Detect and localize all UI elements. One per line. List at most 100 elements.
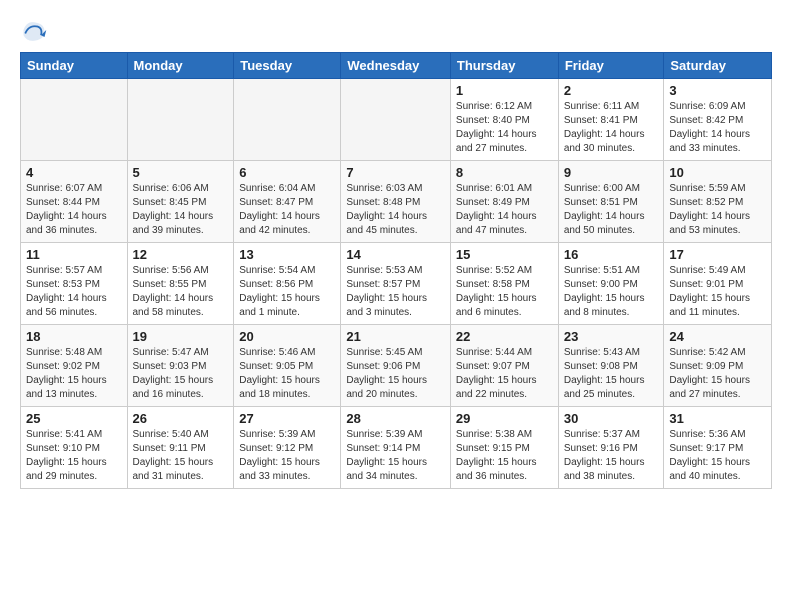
day-number: 5 (133, 165, 229, 180)
day-number: 27 (239, 411, 335, 426)
week-row-1: 1 Sunrise: 6:12 AM Sunset: 8:40 PM Daylig… (21, 79, 772, 161)
day-cell: 6 Sunrise: 6:04 AM Sunset: 8:47 PM Daylig… (234, 161, 341, 243)
day-number: 8 (456, 165, 553, 180)
day-number: 18 (26, 329, 122, 344)
calendar-page: SundayMondayTuesdayWednesdayThursdayFrid… (0, 0, 792, 612)
day-number: 22 (456, 329, 553, 344)
day-cell: 18 Sunrise: 5:48 AM Sunset: 9:02 PM Dayli… (21, 325, 128, 407)
weekday-header-tuesday: Tuesday (234, 53, 341, 79)
day-cell: 8 Sunrise: 6:01 AM Sunset: 8:49 PM Daylig… (450, 161, 558, 243)
day-info: Sunrise: 6:06 AM Sunset: 8:45 PM Dayligh… (133, 182, 229, 238)
weekday-header-thursday: Thursday (450, 53, 558, 79)
day-cell (341, 79, 451, 161)
day-cell: 31Sunrise: 5:36 AM Sunset: 9:17 PM Dayli… (664, 407, 772, 489)
day-cell: 21 Sunrise: 5:45 AM Sunset: 9:06 PM Dayli… (341, 325, 451, 407)
day-info: Sunrise: 5:49 AM Sunset: 9:01 PM Dayligh… (669, 264, 766, 320)
day-info: Sunrise: 5:57 AM Sunset: 8:53 PM Dayligh… (26, 264, 122, 320)
day-info: Sunrise: 5:45 AM Sunset: 9:06 PM Dayligh… (346, 346, 445, 402)
day-info: Sunrise: 5:51 AM Sunset: 9:00 PM Dayligh… (564, 264, 659, 320)
day-number: 26 (133, 411, 229, 426)
day-number: 6 (239, 165, 335, 180)
day-number: 1 (456, 83, 553, 98)
day-info: Sunrise: 6:01 AM Sunset: 8:49 PM Dayligh… (456, 182, 553, 238)
day-number: 13 (239, 247, 335, 262)
day-cell (127, 79, 234, 161)
day-info: Sunrise: 5:43 AM Sunset: 9:08 PM Dayligh… (564, 346, 659, 402)
weekday-header-wednesday: Wednesday (341, 53, 451, 79)
day-info: Sunrise: 5:54 AM Sunset: 8:56 PM Dayligh… (239, 264, 335, 320)
day-info: Sunrise: 5:41 AM Sunset: 9:10 PM Dayligh… (26, 428, 122, 484)
day-number: 30 (564, 411, 659, 426)
day-info: Sunrise: 5:59 AM Sunset: 8:52 PM Dayligh… (669, 182, 766, 238)
logo (20, 16, 50, 44)
day-cell: 3 Sunrise: 6:09 AM Sunset: 8:42 PM Daylig… (664, 79, 772, 161)
day-info: Sunrise: 6:11 AM Sunset: 8:41 PM Dayligh… (564, 100, 659, 156)
day-cell: 10 Sunrise: 5:59 AM Sunset: 8:52 PM Dayli… (664, 161, 772, 243)
day-info: Sunrise: 5:48 AM Sunset: 9:02 PM Dayligh… (26, 346, 122, 402)
day-number: 21 (346, 329, 445, 344)
day-cell: 15 Sunrise: 5:52 AM Sunset: 8:58 PM Dayli… (450, 243, 558, 325)
day-number: 24 (669, 329, 766, 344)
day-info: Sunrise: 6:09 AM Sunset: 8:42 PM Dayligh… (669, 100, 766, 156)
weekday-header-saturday: Saturday (664, 53, 772, 79)
weekday-header-friday: Friday (558, 53, 664, 79)
day-info: Sunrise: 5:44 AM Sunset: 9:07 PM Dayligh… (456, 346, 553, 402)
day-number: 9 (564, 165, 659, 180)
day-info: Sunrise: 5:39 AM Sunset: 9:12 PM Dayligh… (239, 428, 335, 484)
day-cell: 5 Sunrise: 6:06 AM Sunset: 8:45 PM Daylig… (127, 161, 234, 243)
day-cell: 4 Sunrise: 6:07 AM Sunset: 8:44 PM Daylig… (21, 161, 128, 243)
day-cell: 19 Sunrise: 5:47 AM Sunset: 9:03 PM Dayli… (127, 325, 234, 407)
day-cell: 20Sunrise: 5:46 AM Sunset: 9:05 PM Dayli… (234, 325, 341, 407)
day-info: Sunrise: 5:46 AM Sunset: 9:05 PM Dayligh… (239, 346, 335, 402)
day-cell: 2Sunrise: 6:11 AM Sunset: 8:41 PM Daylig… (558, 79, 664, 161)
day-info: Sunrise: 5:52 AM Sunset: 8:58 PM Dayligh… (456, 264, 553, 320)
day-info: Sunrise: 6:12 AM Sunset: 8:40 PM Dayligh… (456, 100, 553, 156)
week-row-4: 18 Sunrise: 5:48 AM Sunset: 9:02 PM Dayli… (21, 325, 772, 407)
day-number: 25 (26, 411, 122, 426)
day-info: Sunrise: 5:47 AM Sunset: 9:03 PM Dayligh… (133, 346, 229, 402)
day-info: Sunrise: 5:40 AM Sunset: 9:11 PM Dayligh… (133, 428, 229, 484)
day-number: 10 (669, 165, 766, 180)
day-cell: 7Sunrise: 6:03 AM Sunset: 8:48 PM Daylig… (341, 161, 451, 243)
day-cell: 23 Sunrise: 5:43 AM Sunset: 9:08 PM Dayli… (558, 325, 664, 407)
day-number: 17 (669, 247, 766, 262)
day-cell: 29 Sunrise: 5:38 AM Sunset: 9:15 PM Dayli… (450, 407, 558, 489)
week-row-5: 25 Sunrise: 5:41 AM Sunset: 9:10 PM Dayli… (21, 407, 772, 489)
day-number: 31 (669, 411, 766, 426)
day-cell: 11 Sunrise: 5:57 AM Sunset: 8:53 PM Dayli… (21, 243, 128, 325)
day-info: Sunrise: 5:53 AM Sunset: 8:57 PM Dayligh… (346, 264, 445, 320)
day-cell: 30 Sunrise: 5:37 AM Sunset: 9:16 PM Dayli… (558, 407, 664, 489)
day-cell: 26 Sunrise: 5:40 AM Sunset: 9:11 PM Dayli… (127, 407, 234, 489)
day-cell: 14 Sunrise: 5:53 AM Sunset: 8:57 PM Dayli… (341, 243, 451, 325)
day-cell: 16 Sunrise: 5:51 AM Sunset: 9:00 PM Dayli… (558, 243, 664, 325)
day-info: Sunrise: 5:38 AM Sunset: 9:15 PM Dayligh… (456, 428, 553, 484)
weekday-header-monday: Monday (127, 53, 234, 79)
day-number: 12 (133, 247, 229, 262)
week-row-3: 11 Sunrise: 5:57 AM Sunset: 8:53 PM Dayli… (21, 243, 772, 325)
day-number: 11 (26, 247, 122, 262)
header (20, 16, 772, 44)
day-cell: 13 Sunrise: 5:54 AM Sunset: 8:56 PM Dayli… (234, 243, 341, 325)
day-cell: 17 Sunrise: 5:49 AM Sunset: 9:01 PM Dayli… (664, 243, 772, 325)
day-number: 23 (564, 329, 659, 344)
logo-icon (20, 16, 48, 44)
calendar-table: SundayMondayTuesdayWednesdayThursdayFrid… (20, 52, 772, 489)
day-cell: 9Sunrise: 6:00 AM Sunset: 8:51 PM Daylig… (558, 161, 664, 243)
day-number: 28 (346, 411, 445, 426)
day-number: 4 (26, 165, 122, 180)
day-cell: 24Sunrise: 5:42 AM Sunset: 9:09 PM Dayli… (664, 325, 772, 407)
day-number: 3 (669, 83, 766, 98)
day-cell: 27 Sunrise: 5:39 AM Sunset: 9:12 PM Dayli… (234, 407, 341, 489)
day-number: 15 (456, 247, 553, 262)
week-row-2: 4 Sunrise: 6:07 AM Sunset: 8:44 PM Daylig… (21, 161, 772, 243)
day-info: Sunrise: 6:04 AM Sunset: 8:47 PM Dayligh… (239, 182, 335, 238)
day-info: Sunrise: 5:37 AM Sunset: 9:16 PM Dayligh… (564, 428, 659, 484)
day-number: 16 (564, 247, 659, 262)
day-number: 14 (346, 247, 445, 262)
day-cell: 25 Sunrise: 5:41 AM Sunset: 9:10 PM Dayli… (21, 407, 128, 489)
day-number: 29 (456, 411, 553, 426)
day-number: 19 (133, 329, 229, 344)
day-info: Sunrise: 5:56 AM Sunset: 8:55 PM Dayligh… (133, 264, 229, 320)
day-info: Sunrise: 6:03 AM Sunset: 8:48 PM Dayligh… (346, 182, 445, 238)
day-info: Sunrise: 6:07 AM Sunset: 8:44 PM Dayligh… (26, 182, 122, 238)
